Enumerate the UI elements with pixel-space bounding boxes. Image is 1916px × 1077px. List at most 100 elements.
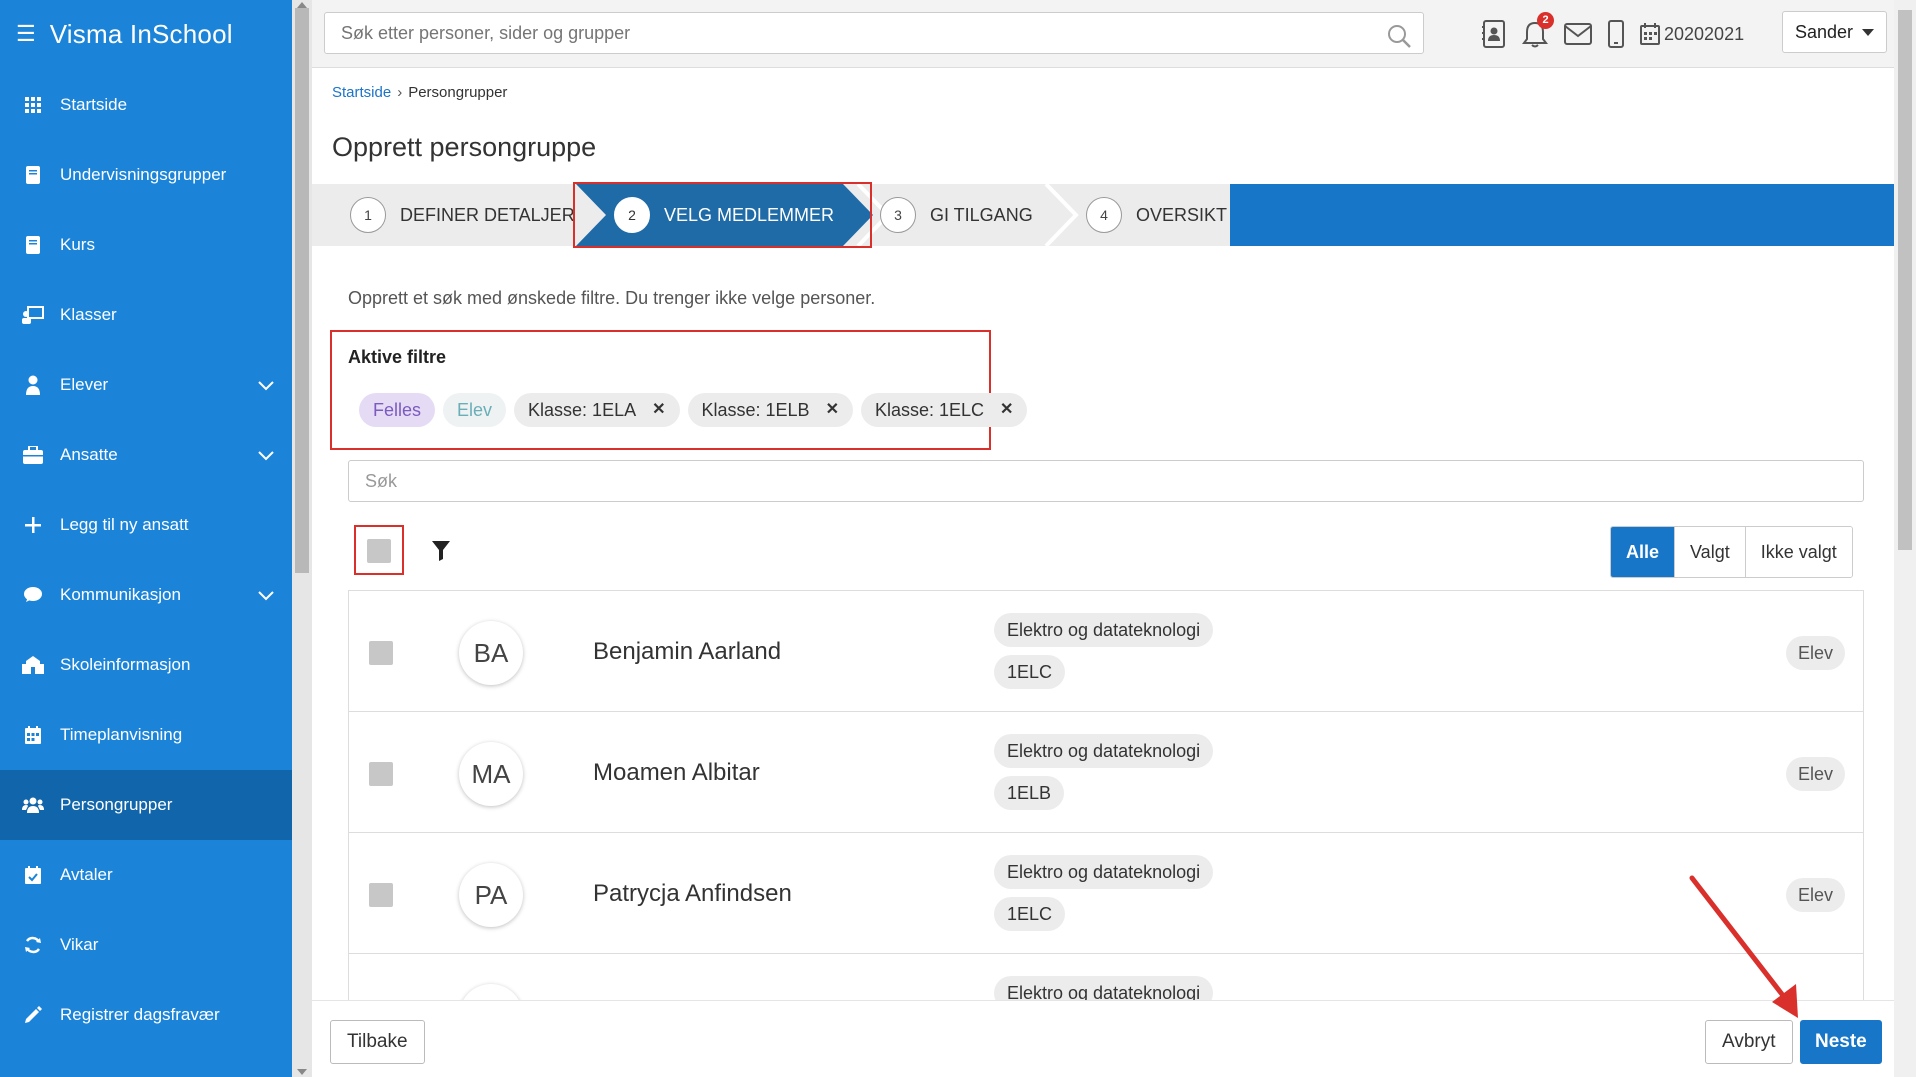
topbar: 2 20202021 Sander xyxy=(312,0,1894,68)
select-all-checkbox[interactable] xyxy=(367,539,391,563)
school-year-selector[interactable]: 20202021 xyxy=(1640,23,1744,45)
sidebar-item-label: Timeplanvisning xyxy=(60,725,183,744)
sidebar-item-label: Vikar xyxy=(60,935,99,954)
row-checkbox[interactable] xyxy=(369,762,393,786)
selection-view-toggle: Alle Valgt Ikke valgt xyxy=(1610,526,1853,578)
back-button[interactable]: Tilbake xyxy=(330,1020,425,1064)
chevron-down-icon[interactable] xyxy=(258,446,274,466)
person-name: Patrycja Anfindsen xyxy=(593,880,792,907)
step-4[interactable]: 4 OVERSIKT xyxy=(1086,184,1227,246)
sidebar-item-kommunikasjon[interactable]: Kommunikasjon xyxy=(0,560,292,630)
chevron-down-icon[interactable] xyxy=(258,586,274,606)
mail-icon[interactable] xyxy=(1564,23,1592,45)
sidebar-item-elever[interactable]: Elever xyxy=(0,350,292,420)
avatar xyxy=(459,984,523,1000)
sidebar-item-avtaler[interactable]: Avtaler xyxy=(0,840,292,910)
list-item[interactable]: Elektro og datateknologi xyxy=(349,954,1863,1000)
breadcrumb: Startside › Persongrupper xyxy=(332,84,507,101)
classroom-icon xyxy=(22,304,44,326)
sidebar-item-registrer-dagsfravaer[interactable]: Registrer dagsfravær xyxy=(0,980,292,1050)
scrollbar-thumb[interactable] xyxy=(295,8,309,573)
active-filters-title: Aktive filtre xyxy=(348,347,447,367)
toggle-valgt[interactable]: Valgt xyxy=(1674,527,1745,577)
annotation-arrow xyxy=(1689,875,1798,1018)
plus-icon xyxy=(22,514,44,536)
program-tag: Elektro og datateknologi xyxy=(994,976,1214,1000)
filter-chip-elev[interactable]: Elev xyxy=(443,393,507,427)
brand: ☰ Visma InSchool xyxy=(0,0,292,68)
global-search-input[interactable] xyxy=(341,23,1341,44)
student-icon xyxy=(22,374,44,396)
chip-label: Felles xyxy=(373,400,422,420)
avatar: MA xyxy=(459,742,523,806)
grid-icon xyxy=(22,94,44,116)
calendar-icon xyxy=(22,724,44,746)
sidebar-item-label: Startside xyxy=(60,95,128,114)
avatar: BA xyxy=(459,621,523,685)
sidebar-item-undervisningsgrupper[interactable]: Undervisningsgrupper xyxy=(0,140,292,210)
global-search[interactable] xyxy=(324,12,1424,54)
sidebar-item-klasser[interactable]: Klasser xyxy=(0,280,292,350)
program-tag: Elektro og datateknologi xyxy=(994,855,1214,889)
class-tag: 1ELB xyxy=(994,776,1065,810)
sidebar-item-skoleinformasjon[interactable]: Skoleinformasjon xyxy=(0,630,292,700)
step-3[interactable]: 3 GI TILGANG xyxy=(880,184,1033,246)
sidebar-item-legg-til-ny-ansatt[interactable]: Legg til ny ansatt xyxy=(0,490,292,560)
close-icon[interactable]: ✕ xyxy=(826,393,839,427)
close-icon[interactable]: ✕ xyxy=(652,393,665,427)
member-search-input[interactable]: Søk xyxy=(348,460,1864,502)
page-scrollbar[interactable] xyxy=(1894,0,1916,1077)
sidebar-item-label: Kommunikasjon xyxy=(60,585,181,604)
avatar: PA xyxy=(459,863,523,927)
sidebar-scrollbar[interactable] xyxy=(292,0,312,1077)
bell-icon[interactable]: 2 xyxy=(1522,12,1554,48)
list-item[interactable]: MA Moamen Albitar Elektro og datateknolo… xyxy=(349,712,1863,833)
filter-chip-klasse-1ela[interactable]: Klasse: 1ELA ✕ xyxy=(514,393,680,427)
program-tag: Elektro og datateknologi xyxy=(994,734,1214,768)
step-separator xyxy=(1044,184,1079,246)
sidebar-item-label: Ansatte xyxy=(60,445,118,464)
briefcase-icon xyxy=(22,444,44,466)
step-number: 3 xyxy=(880,197,916,233)
list-item[interactable]: PA Patrycja Anfindsen Elektro og datatek… xyxy=(349,833,1863,954)
close-icon[interactable]: ✕ xyxy=(1000,393,1013,427)
toggle-alle[interactable]: Alle xyxy=(1611,527,1675,577)
contacts-icon[interactable] xyxy=(1482,20,1506,48)
sidebar: ☰ Visma InSchool Startside Undervisnings… xyxy=(0,0,292,1077)
toggle-ikke-valgt[interactable]: Ikke valgt xyxy=(1744,527,1852,577)
filter-chip-klasse-1elb[interactable]: Klasse: 1ELB ✕ xyxy=(687,393,853,427)
role-badge: Elev xyxy=(1785,636,1845,670)
hint-text: Opprett et søk med ønskede filtre. Du tr… xyxy=(348,288,876,308)
hamburger-menu-icon[interactable]: ☰ xyxy=(16,23,36,45)
user-menu-button[interactable]: Sander xyxy=(1782,11,1887,53)
sidebar-item-vikar[interactable]: Vikar xyxy=(0,910,292,980)
filter-icon[interactable] xyxy=(432,541,450,566)
filter-chip-felles[interactable]: Felles xyxy=(359,393,436,427)
sidebar-item-ansatte[interactable]: Ansatte xyxy=(0,420,292,490)
mobile-icon[interactable] xyxy=(1608,20,1624,48)
step-label: GI TILGANG xyxy=(930,204,1033,225)
chevron-down-icon[interactable] xyxy=(258,376,274,396)
row-checkbox[interactable] xyxy=(369,883,393,907)
sidebar-item-startside[interactable]: Startside xyxy=(0,70,292,140)
step-highlight-box xyxy=(573,182,872,248)
filter-chip-klasse-1elc[interactable]: Klasse: 1ELC ✕ xyxy=(860,393,1028,427)
scroll-down-icon[interactable] xyxy=(297,1069,307,1075)
caret-down-icon xyxy=(1862,29,1874,36)
breadcrumb-home[interactable]: Startside xyxy=(332,84,391,101)
sidebar-item-persongrupper[interactable]: Persongrupper xyxy=(0,770,292,840)
step-1[interactable]: 1 DEFINER DETALJER xyxy=(350,184,575,246)
sidebar-item-label: Persongrupper xyxy=(60,795,173,814)
breadcrumb-current: Persongrupper xyxy=(408,84,508,101)
program-tag: Elektro og datateknologi xyxy=(994,613,1214,647)
step-label: DEFINER DETALJER xyxy=(400,204,575,225)
sidebar-item-kurs[interactable]: Kurs xyxy=(0,210,292,280)
list-item[interactable]: BA Benjamin Aarland Elektro og datatekno… xyxy=(349,591,1863,712)
app-root: ☰ Visma InSchool Startside Undervisnings… xyxy=(0,0,1916,1077)
row-checkbox[interactable] xyxy=(369,641,393,665)
search-icon[interactable] xyxy=(1387,22,1411,62)
scrollbar-thumb[interactable] xyxy=(1898,10,1912,550)
class-tag: 1ELC xyxy=(994,655,1066,689)
wizard-footer: Tilbake Avbryt Neste xyxy=(312,1000,1894,1077)
sidebar-item-timeplanvisning[interactable]: Timeplanvisning xyxy=(0,700,292,770)
